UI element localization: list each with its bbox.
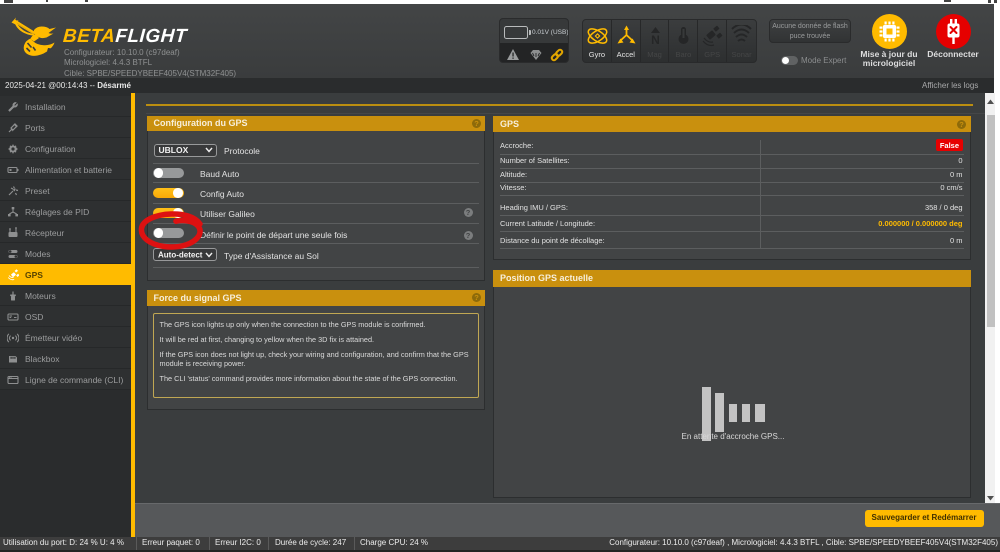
- svg-text:N: N: [651, 33, 660, 47]
